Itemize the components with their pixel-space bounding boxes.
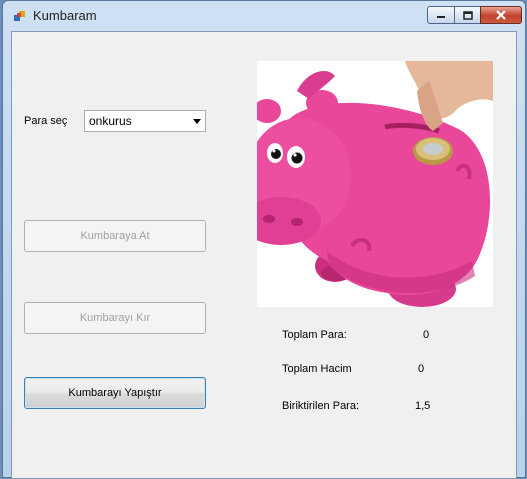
chevron-down-icon	[193, 119, 201, 124]
total-volume-value: 0	[418, 363, 425, 375]
stored-money-value: 1,5	[415, 400, 431, 412]
close-button[interactable]	[480, 6, 522, 24]
minimize-button[interactable]	[427, 6, 455, 24]
piggy-bank-illustration	[257, 61, 493, 307]
coin-select-value: onkurus	[89, 114, 132, 128]
close-icon	[496, 10, 506, 20]
coin-select-label: Para seç	[24, 115, 68, 127]
break-button[interactable]: Kumbarayı Kır	[24, 302, 206, 334]
stored-money-label: Biriktirilen Para:	[282, 400, 360, 412]
coin-select[interactable]: onkurus	[84, 110, 206, 132]
minimize-icon	[437, 16, 445, 18]
form-client-area: Para seç onkurus Kumbaraya At Kumbarayı …	[11, 31, 517, 479]
maximize-icon	[462, 10, 473, 20]
title-bar[interactable]: Kumbaram	[3, 1, 525, 31]
maximize-button[interactable]	[454, 6, 481, 24]
app-icon	[14, 11, 25, 21]
window-title: Kumbaram	[33, 8, 97, 23]
piggy-bank-image	[257, 61, 493, 307]
total-money-value: 0	[423, 329, 430, 341]
total-money-label: Toplam Para:	[282, 329, 347, 341]
deposit-button[interactable]: Kumbaraya At	[24, 220, 206, 252]
app-window: Kumbaram Para seç onkurus Kumbaraya At K…	[2, 0, 526, 479]
glue-button[interactable]: Kumbarayı Yapıştır	[24, 377, 206, 409]
total-volume-label: Toplam Hacim	[282, 363, 352, 375]
